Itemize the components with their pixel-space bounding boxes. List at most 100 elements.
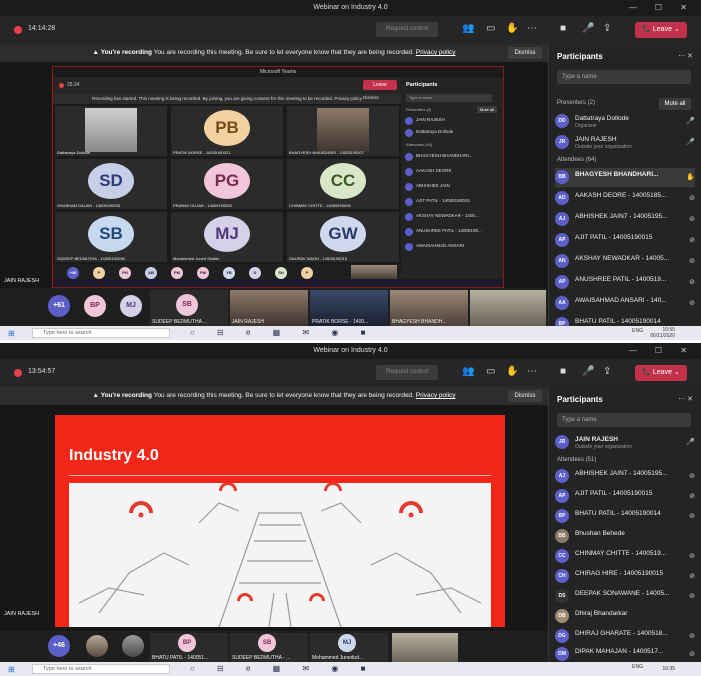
windows-start-icon[interactable]: ⊞ [8, 665, 15, 674]
avatar: AD [555, 191, 569, 205]
camera-icon[interactable]: ■ [560, 366, 566, 378]
nested-more-bubble: +46 [67, 267, 79, 279]
dismiss-button[interactable]: Dismiss [508, 390, 542, 402]
windows-start-icon[interactable]: ⊞ [8, 329, 15, 338]
participant-row[interactable]: BP BHATU PATIL - 14005190014 ⊘ [555, 507, 695, 526]
leave-label: Leave [652, 26, 672, 33]
avatar: AJ [555, 212, 569, 226]
tile-name: SHUBHAM DALAVI - 14005190033 [57, 203, 121, 208]
taskbar-search-input[interactable]: Type here to search [32, 328, 170, 338]
thumb-label: BHATU PATIL - 140051... [152, 655, 209, 661]
call-header: 14:14:28 Request control 👥 ▭ ✋ ⋯ [0, 16, 548, 44]
chat-icon[interactable]: ▭ [486, 23, 495, 35]
nested-window-title: Microsoft Teams [53, 67, 503, 77]
leave-button[interactable]: 📞 Leave ⌄ [635, 365, 687, 381]
avatar-bubble: MJ [120, 295, 142, 317]
mic-icon: 🎤 [686, 118, 695, 125]
mic-icon: 🎤 [686, 139, 695, 146]
more-participants-bubble[interactable]: +46 [48, 635, 70, 657]
participant-row[interactable]: BP BHATU PATIL - 14005190014 [555, 315, 695, 326]
share-icon[interactable]: ⇪ [603, 23, 611, 35]
request-control-button[interactable]: Request control [376, 22, 438, 37]
more-actions-icon[interactable]: ⋯ [527, 366, 537, 378]
nested-avatar-bubble: AB [145, 267, 157, 279]
participant-row[interactable]: AA AWAISAHMAD ANSARI - 140... ⊘ [555, 294, 695, 313]
video-thumbnail: JAIN RAJESH [230, 290, 308, 326]
participant-row[interactable]: CC CHINMAY CHITTE - 1400519... ⊘ [555, 547, 695, 566]
participant-name: CHIRAG HIRE - 14005190015 [575, 570, 664, 577]
participant-row[interactable]: DD Dattatraya Dollode Organizer 🎤 [555, 112, 695, 131]
participant-row[interactable]: AP ANUSHREE PATIL - 1400519... ⊘ [555, 273, 695, 292]
mute-all-button[interactable]: Mute all [659, 98, 691, 110]
nested-taskbar [53, 279, 503, 287]
panel-close-icon[interactable]: ⋯ ✕ [678, 395, 693, 403]
shared-teams-window: Microsoft Teams 25:24 Leave Recording ha… [52, 66, 504, 288]
nested-avatar-bubble: P [301, 267, 313, 279]
avatar: AN [555, 254, 569, 268]
taskbar-app-icons[interactable]: ○ ⊟ e ▦ ✉ ◉ ■ [190, 664, 375, 673]
share-icon[interactable]: ⇪ [603, 366, 611, 378]
more-participants-bubble[interactable]: +61 [48, 295, 70, 317]
camera-icon[interactable]: ■ [560, 23, 566, 35]
participant-row[interactable]: DM DIPAK MAHAJAN - 1400517... ⊘ [555, 645, 695, 662]
participant-name: ANUSHREE PATIL - 1400519... [575, 276, 667, 283]
participant-row[interactable]: AJ ABHISHEK JAIN7 - 14005195... ⊘ [555, 467, 695, 486]
video-tile: GW GAURAV WAGH - 14005190015 [287, 212, 399, 262]
presenter-video [392, 633, 458, 662]
webcam-avatar [122, 635, 144, 657]
privacy-policy-link[interactable]: Privacy policy [416, 392, 456, 399]
participant-row[interactable]: JR JAIN RAJESH Outside your organization… [555, 133, 695, 152]
participant-row[interactable]: BB BHAGYESH BHANDHARI... ✋ [555, 168, 695, 187]
participant-row[interactable]: AP AJIT PATIL - 14005190015 ⊘ [555, 231, 695, 250]
participant-name: CHINMAY CHITTE - 1400519... [575, 550, 667, 557]
participants-icon[interactable]: 👥 [462, 23, 474, 35]
participant-search-input[interactable]: Type a name [557, 70, 691, 84]
mic-icon[interactable]: 🎤 [582, 366, 594, 378]
tile-name: BHAGYESH BHANDHARI - 14005190007 [289, 150, 364, 155]
raise-hand-icon[interactable]: ✋ [506, 23, 518, 35]
avatar: DD [555, 114, 569, 128]
presenter-video [470, 290, 546, 326]
participant-row[interactable]: AN AKSHAY NEWADKAR - 14005... ⊘ [555, 252, 695, 271]
leave-button[interactable]: 📞 Leave ⌄ [635, 22, 687, 38]
tile-avatar: SB [88, 216, 134, 252]
participant-row[interactable]: DS DEEPAK SONAWANE - 14005... ⊘ [555, 587, 695, 606]
participant-row[interactable]: AJ ABHISHEK JAIN7 - 14005195... ⊘ [555, 210, 695, 229]
nested-avatar-bubble: D [249, 267, 261, 279]
participant-search-input[interactable]: Type a name [557, 413, 691, 427]
participants-icon[interactable]: 👥 [462, 366, 474, 378]
nested-dismiss: Dismiss [363, 95, 379, 100]
chat-icon[interactable]: ▭ [486, 366, 495, 378]
call-controls: ■ 🎤 ⇪ 📞 Leave ⌄ [548, 16, 701, 44]
taskbar-app-icons[interactable]: ○ ⊟ e ▦ ✉ ◉ ■ [190, 328, 375, 337]
participant-row[interactable]: DB Dhiraj Bhandarkar [555, 607, 695, 626]
request-control-button[interactable]: Request control [376, 365, 438, 380]
mic-icon[interactable]: 🎤 [582, 23, 594, 35]
raise-hand-icon[interactable]: ✋ [506, 366, 518, 378]
participant-row[interactable]: JR JAIN RAJESH Outside your organization… [555, 433, 695, 452]
raise-hand-icon: ✋ [686, 174, 695, 181]
participant-role: Outside your organization [575, 444, 632, 450]
participant-row[interactable]: BB Bhushan Behede [555, 527, 695, 546]
taskbar-search-input[interactable]: Type here to search [32, 664, 170, 674]
call-timer: 14:14:28 [28, 25, 56, 32]
mic-off-icon: ⊘ [689, 473, 695, 480]
participant-row[interactable]: AP AJIT PATIL - 14005190015 ⊘ [555, 487, 695, 506]
participant-row[interactable]: AD AAKASH DEORE - 14005185... ⊘ [555, 189, 695, 208]
dismiss-button[interactable]: Dismiss [508, 47, 542, 59]
avatar: AA [555, 296, 569, 310]
participant-row[interactable]: DG DHIRAJ GHARATE - 1400518... ⊘ [555, 627, 695, 646]
avatar: DM [555, 647, 569, 661]
window-controls[interactable]: — ☐ ✕ [629, 343, 695, 359]
video-thumbnail: SB SUDEEP BEDMUTHA - ... [230, 633, 308, 662]
participants-panel: Participants ⋯ ✕ Type a name JR JAIN RAJ… [548, 387, 701, 662]
more-actions-icon[interactable]: ⋯ [527, 23, 537, 35]
privacy-policy-link[interactable]: Privacy policy [416, 49, 456, 56]
tile-avatar: SD [88, 163, 134, 199]
panel-close-icon[interactable]: ⋯ ✕ [678, 52, 693, 60]
window-controls[interactable]: — ☐ ✕ [629, 0, 695, 16]
thumb-label: JAIN RAJESH [232, 319, 264, 325]
tile-name: Mohammed Juned Shaikh [173, 256, 220, 261]
nested-panel-title: Participants [406, 82, 438, 88]
participant-row[interactable]: CH CHIRAG HIRE - 14005190015 ⊘ [555, 567, 695, 586]
